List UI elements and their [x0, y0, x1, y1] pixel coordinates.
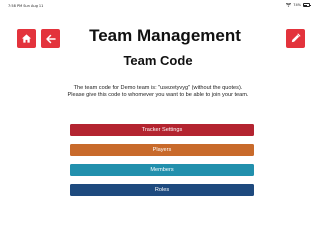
battery-percent: 74%	[293, 3, 301, 7]
edit-button[interactable]	[286, 29, 305, 48]
team-code-info: The team code for Demo team is: "usezety…	[30, 85, 286, 100]
members-button[interactable]: Members	[70, 164, 254, 176]
battery-icon	[303, 3, 311, 7]
back-button[interactable]	[41, 29, 60, 48]
header-title: Team Management	[89, 26, 241, 45]
status-bar: 7:58 PM Sun Aug 11 74%	[0, 0, 316, 12]
wifi-icon	[286, 3, 292, 7]
status-indicators: 74%	[286, 3, 311, 7]
pencil-icon	[291, 33, 301, 43]
home-button[interactable]	[17, 29, 36, 48]
app-screen: 7:58 PM Sun Aug 11 74% Team Management T…	[0, 0, 316, 240]
status-time: 7:58 PM Sun Aug 11	[8, 4, 44, 8]
team-code-message: The team code for Demo team is: "usezety…	[73, 85, 243, 91]
arrow-left-icon	[45, 34, 56, 43]
players-button[interactable]: Players	[70, 144, 254, 156]
home-icon	[21, 34, 32, 43]
page-title: Team Code	[123, 53, 193, 68]
team-code-instructions: Please give this code to whomever you wa…	[67, 92, 249, 99]
tracker-settings-button[interactable]: Tracker Settings	[70, 124, 254, 136]
roles-button[interactable]: Roles	[70, 184, 254, 196]
